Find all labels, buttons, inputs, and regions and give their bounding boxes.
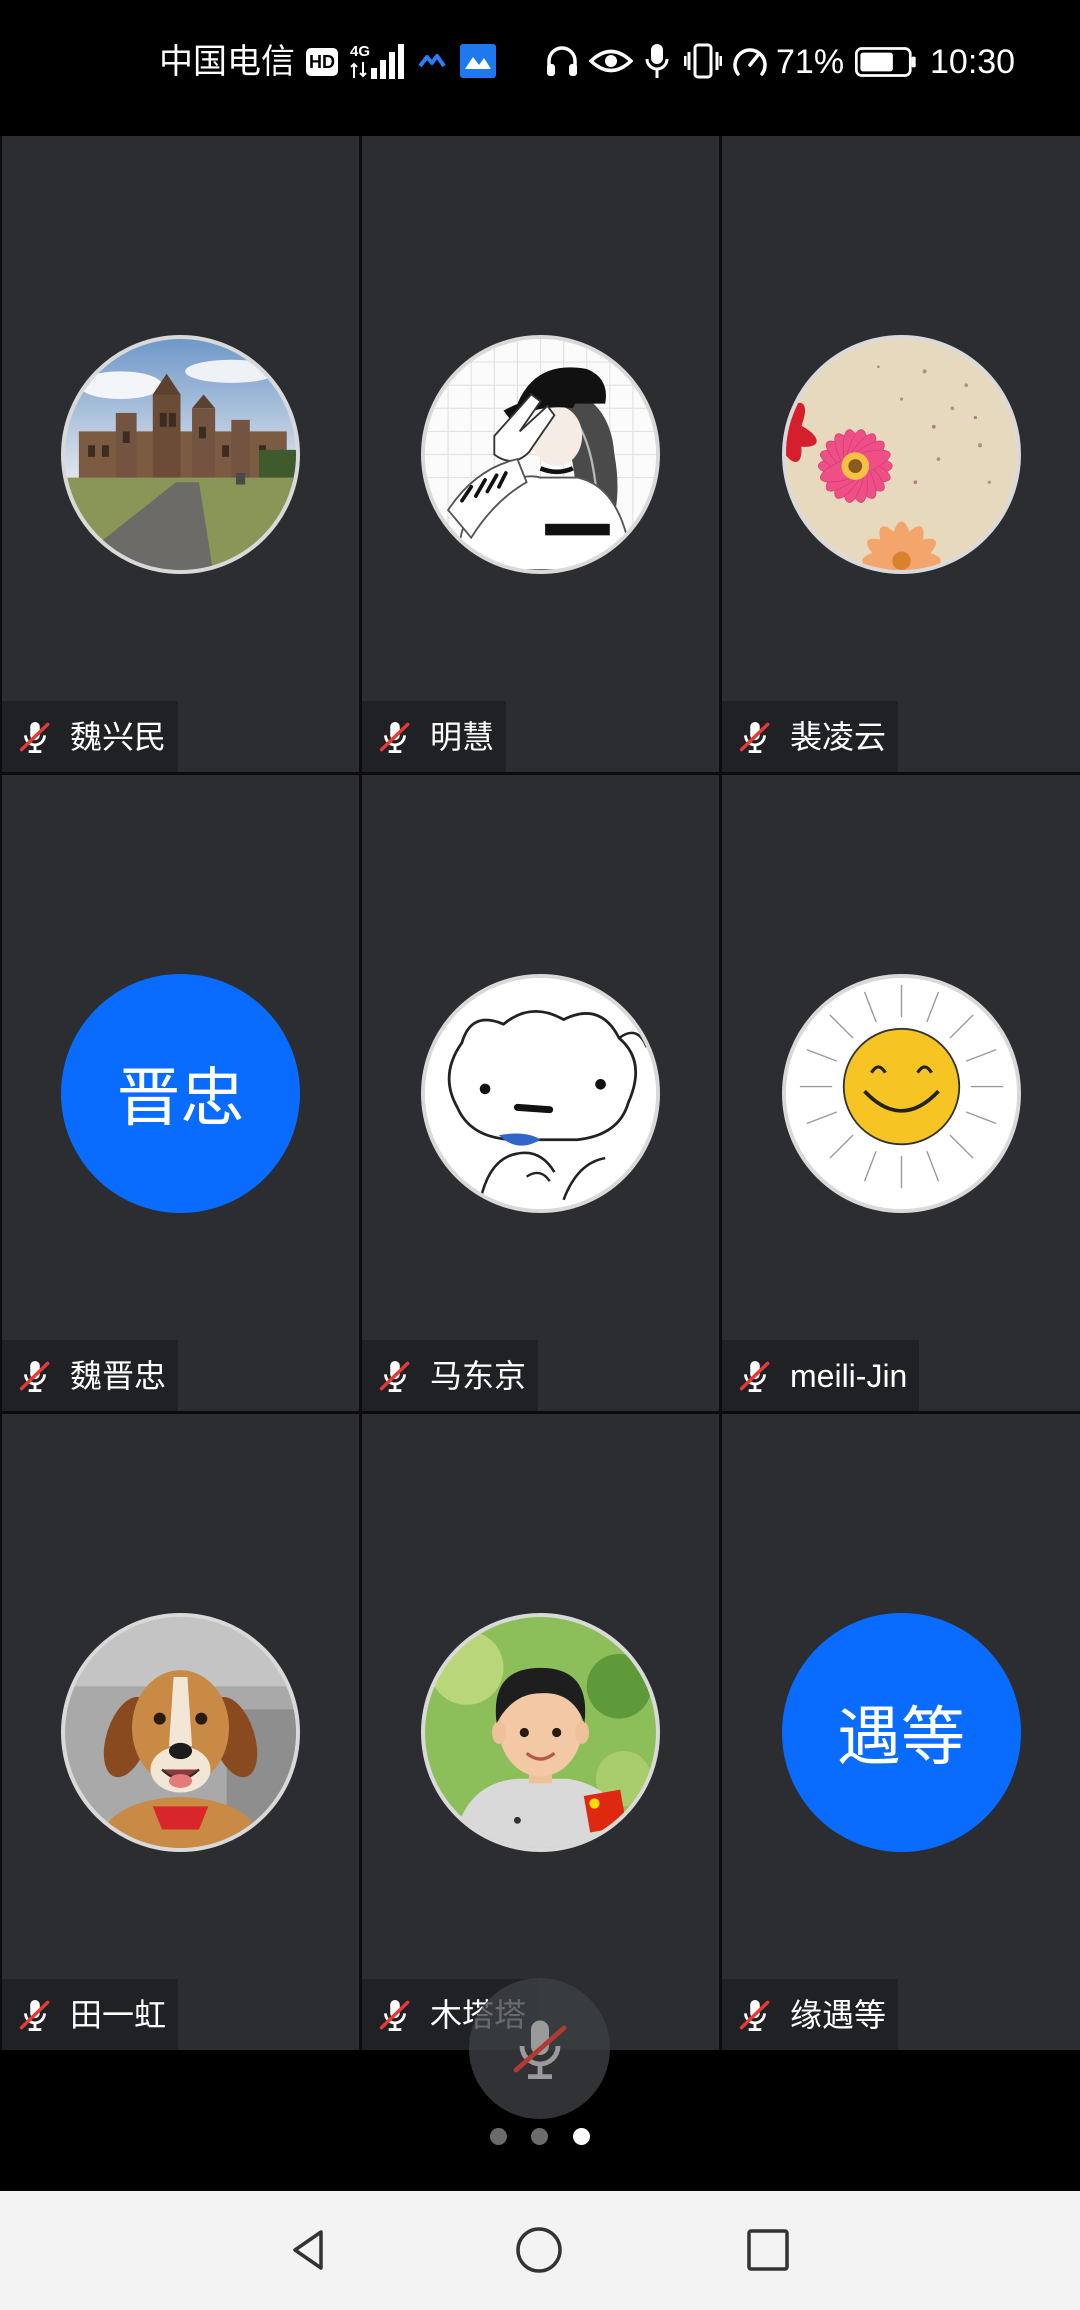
data-arrows-icon (350, 62, 367, 78)
signal-4g-icon (371, 44, 404, 79)
mic-muted-icon (16, 718, 54, 756)
participant-tile[interactable]: 裴凌云 (722, 136, 1080, 772)
participant-name: 裴凌云 (790, 718, 887, 755)
participant-avatar: 遇等 (781, 1612, 1021, 1852)
mic-muted-icon (376, 1996, 414, 2034)
battery-icon (855, 47, 916, 77)
participant-avatar (421, 1612, 660, 1852)
mic-muted-icon (376, 718, 414, 756)
avatar-image (65, 1616, 296, 1848)
carrier-name: 中国电信 (159, 43, 295, 81)
participant-label: 魏兴民 (2, 701, 179, 772)
back-icon (293, 2230, 323, 2270)
mic-muted-icon (16, 1996, 54, 2034)
participant-avatar (421, 334, 660, 574)
participant-tile[interactable]: 晋忠 魏晋忠 (2, 775, 359, 1411)
participant-name: 田一虹 (70, 1996, 167, 2033)
participant-grid: 魏兴民 明慧 裴凌云 晋忠 魏晋忠 马东京 meili-Jin 田一虹 遇等 缘… (0, 136, 1080, 2050)
participant-avatar (421, 973, 660, 1213)
participant-name: 魏兴民 (70, 718, 167, 755)
participant-avatar: 晋忠 (61, 973, 300, 1213)
participant-name: 马东京 (430, 1357, 527, 1394)
microphone-icon (645, 44, 669, 78)
page-indicator-dot (573, 2128, 590, 2145)
participant-name: meili-Jin (790, 1357, 908, 1394)
participant-tile[interactable]: 魏兴民 (2, 136, 359, 772)
vibrate-icon (684, 43, 722, 79)
back-button[interactable] (285, 2226, 333, 2274)
participant-tile[interactable]: 田一虹 (2, 1414, 359, 2050)
participant-label: 魏晋忠 (2, 1340, 179, 1411)
mic-muted-icon (736, 718, 774, 756)
participant-avatar (61, 334, 300, 574)
speedometer-icon (733, 48, 767, 76)
participant-tile[interactable]: 明慧 (362, 136, 719, 772)
participant-label: 田一虹 (2, 1979, 179, 2050)
eye-icon (589, 49, 633, 73)
avatar-image (785, 338, 1017, 570)
recents-icon (747, 2229, 789, 2271)
battery-level-fill (860, 52, 893, 72)
avatar-image (425, 977, 656, 1209)
avatar-image (425, 1616, 656, 1848)
home-icon (516, 2227, 562, 2273)
page-indicator-dot (531, 2128, 548, 2145)
home-button[interactable] (515, 2226, 563, 2274)
participant-label: 明慧 (362, 701, 507, 772)
network-type: 4G (350, 43, 371, 60)
headphones-icon (547, 46, 577, 76)
avatar-initials: 晋忠 (116, 1062, 245, 1136)
participant-name: 缘遇等 (790, 1996, 887, 2033)
participant-avatar (61, 1612, 300, 1852)
status-bar: 中国电信 HD 4G 71% 10:30 (0, 0, 1080, 136)
participant-label: 裴凌云 (722, 701, 899, 772)
mic-muted-icon (736, 1996, 774, 2034)
mic-muted-icon (16, 1357, 54, 1395)
participant-name: 魏晋忠 (70, 1357, 167, 1394)
participant-tile[interactable]: 遇等 缘遇等 (722, 1414, 1080, 2050)
avatar-image (65, 338, 296, 570)
recents-button[interactable] (744, 2226, 792, 2274)
participant-label: 马东京 (362, 1340, 539, 1411)
participant-label: 缘遇等 (722, 1979, 899, 2050)
mic-muted-icon (736, 1357, 774, 1395)
avatar-image (785, 977, 1017, 1209)
avatar-image (425, 338, 656, 570)
page-indicator-dot (490, 2128, 507, 2145)
mic-muted-icon (513, 2020, 566, 2079)
system-navigation-bar (0, 2191, 1080, 2310)
participant-name: 明慧 (430, 718, 495, 755)
participant-tile[interactable]: 木塔塔 (362, 1414, 719, 2050)
mic-toggle-button[interactable] (469, 1978, 610, 2119)
app-icon (460, 44, 496, 78)
participant-avatar (781, 334, 1021, 574)
participant-tile[interactable]: meili-Jin (722, 775, 1080, 1411)
app-icon (418, 54, 446, 68)
participant-label: meili-Jin (722, 1340, 920, 1411)
clock: 10:30 (930, 43, 1016, 81)
hd-icon: HD (306, 48, 338, 76)
avatar-initials: 遇等 (837, 1701, 965, 1775)
mic-muted-icon (376, 1357, 414, 1395)
battery-percent: 71% (776, 43, 845, 81)
participant-tile[interactable]: 马东京 (362, 775, 719, 1411)
participant-avatar (781, 973, 1021, 1213)
